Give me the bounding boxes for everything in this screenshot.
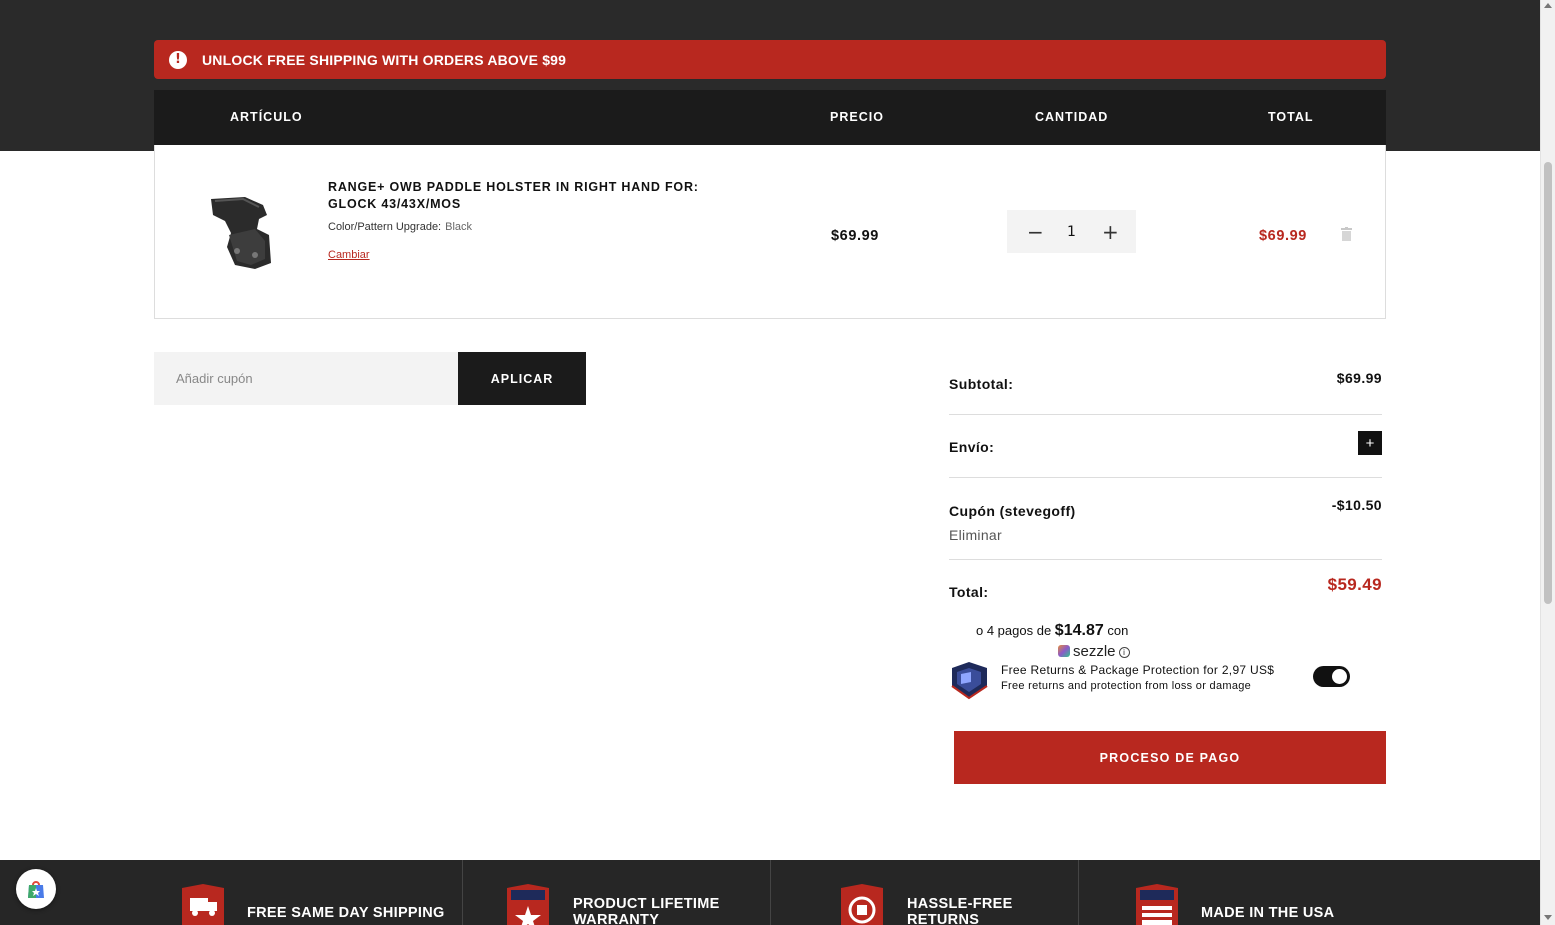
- feature-usa: MADE IN THE USA: [1079, 860, 1540, 925]
- sezzle-prefix: o 4 pagos de: [976, 623, 1055, 638]
- holster-product-image[interactable]: [207, 193, 279, 271]
- usa-flag-icon: [1136, 884, 1178, 925]
- feature-strip: FREE SAME DAY SHIPPING PRODUCT LIFETIME …: [0, 860, 1540, 925]
- sezzle-installments[interactable]: o 4 pagos de $14.87 con sezzle i: [976, 622, 1130, 660]
- product-title[interactable]: RANGE+ OWB PADDLE HOLSTER IN RIGHT HAND …: [328, 179, 708, 213]
- sezzle-amount: $14.87: [1054, 622, 1104, 639]
- checkout-button[interactable]: PROCESO DE PAGO: [954, 731, 1386, 784]
- header-total: TOTAL: [1268, 110, 1314, 124]
- unit-price: $69.99: [831, 228, 879, 244]
- trash-icon[interactable]: [1341, 227, 1352, 241]
- page-scrollbar[interactable]: [1540, 0, 1555, 925]
- coupon-label: Cupón (stevegoff): [949, 503, 1076, 519]
- shopping-bag-widget[interactable]: [16, 869, 56, 909]
- shopping-bag-icon: [28, 881, 44, 898]
- info-icon[interactable]: i: [1118, 647, 1130, 658]
- quantity-value[interactable]: 1: [1067, 224, 1076, 240]
- quantity-stepper: − 1 +: [1007, 210, 1136, 253]
- free-shipping-banner: ! UNLOCK FREE SHIPPING WITH ORDERS ABOVE…: [154, 40, 1386, 79]
- subtotal-label: Subtotal:: [949, 376, 1014, 392]
- total-row: Total: $59.49: [949, 559, 1382, 609]
- apply-coupon-button[interactable]: APLICAR: [458, 352, 586, 405]
- feature-returns: HASSLE-FREE RETURNS: [771, 860, 1078, 925]
- coupon-row: Cupón (stevegoff) -$10.50 Eliminar: [949, 477, 1382, 557]
- sezzle-text: o 4 pagos de $14.87 con: [976, 622, 1128, 640]
- change-variant-link[interactable]: Cambiar: [328, 249, 370, 261]
- remove-coupon-link[interactable]: Eliminar: [949, 527, 1002, 543]
- sezzle-mark-icon: [1058, 645, 1070, 657]
- feature-label: MADE IN THE USA: [1201, 905, 1335, 921]
- header-item: ARTÍCULO: [230, 110, 303, 124]
- variant-value: Black: [445, 221, 473, 233]
- header-quantity: CANTIDAD: [1035, 110, 1109, 124]
- total-label: Total:: [949, 584, 989, 600]
- feature-shipping: FREE SAME DAY SHIPPING: [0, 860, 462, 925]
- scroll-thumb[interactable]: [1544, 162, 1552, 604]
- total-value: $59.49: [1327, 575, 1382, 594]
- header-price: PRECIO: [830, 110, 884, 124]
- decrease-quantity-button[interactable]: −: [1027, 222, 1044, 242]
- shipping-label: Envío:: [949, 439, 995, 455]
- line-total: $69.99: [1259, 228, 1307, 244]
- protection-subtitle: Free returns and protection from loss or…: [1001, 680, 1252, 692]
- toggle-knob: [1332, 669, 1347, 684]
- sezzle-logo: sezzle i: [1058, 643, 1130, 660]
- coupon-input[interactable]: Añadir cupón: [154, 352, 458, 405]
- package-protection: Free Returns & Package Protection for 2,…: [949, 660, 1382, 700]
- feature-warranty: PRODUCT LIFETIME WARRANTY: [463, 860, 770, 925]
- subtotal-row: Subtotal: $69.99: [949, 360, 1382, 392]
- warranty-star-icon: [507, 884, 549, 925]
- alert-icon: !: [169, 50, 187, 69]
- increase-quantity-button[interactable]: +: [1102, 222, 1119, 242]
- subtotal-value: $69.99: [1336, 370, 1382, 386]
- cart-table-header: ARTÍCULO PRECIO CANTIDAD TOTAL: [154, 90, 1386, 145]
- sezzle-suffix: con: [1103, 623, 1129, 638]
- coupon-discount: -$10.50: [1331, 497, 1382, 513]
- scroll-up-arrow[interactable]: [1544, 3, 1552, 8]
- package-protection-icon: [951, 662, 988, 700]
- scroll-down-arrow[interactable]: [1544, 915, 1552, 920]
- banner-text: UNLOCK FREE SHIPPING WITH ORDERS ABOVE $…: [202, 51, 567, 68]
- protection-toggle[interactable]: [1313, 666, 1350, 687]
- expand-shipping-button[interactable]: +: [1358, 431, 1382, 455]
- sezzle-brand: sezzle: [1073, 643, 1116, 660]
- returns-box-icon: [841, 884, 883, 925]
- shipping-truck-icon: [182, 884, 224, 925]
- feature-label: FREE SAME DAY SHIPPING: [247, 905, 445, 921]
- cart-page: ! UNLOCK FREE SHIPPING WITH ORDERS ABOVE…: [0, 0, 1555, 925]
- feature-label: PRODUCT LIFETIME WARRANTY: [573, 896, 720, 925]
- product-variant: Color/Pattern Upgrade: Black: [328, 221, 472, 233]
- feature-label: HASSLE-FREE RETURNS: [907, 896, 1013, 925]
- cart-item-row: RANGE+ OWB PADDLE HOLSTER IN RIGHT HAND …: [154, 145, 1386, 319]
- variant-label: Color/Pattern Upgrade:: [328, 221, 442, 233]
- shipping-row: Envío: +: [949, 414, 1382, 474]
- protection-title: Free Returns & Package Protection for 2,…: [1001, 663, 1275, 677]
